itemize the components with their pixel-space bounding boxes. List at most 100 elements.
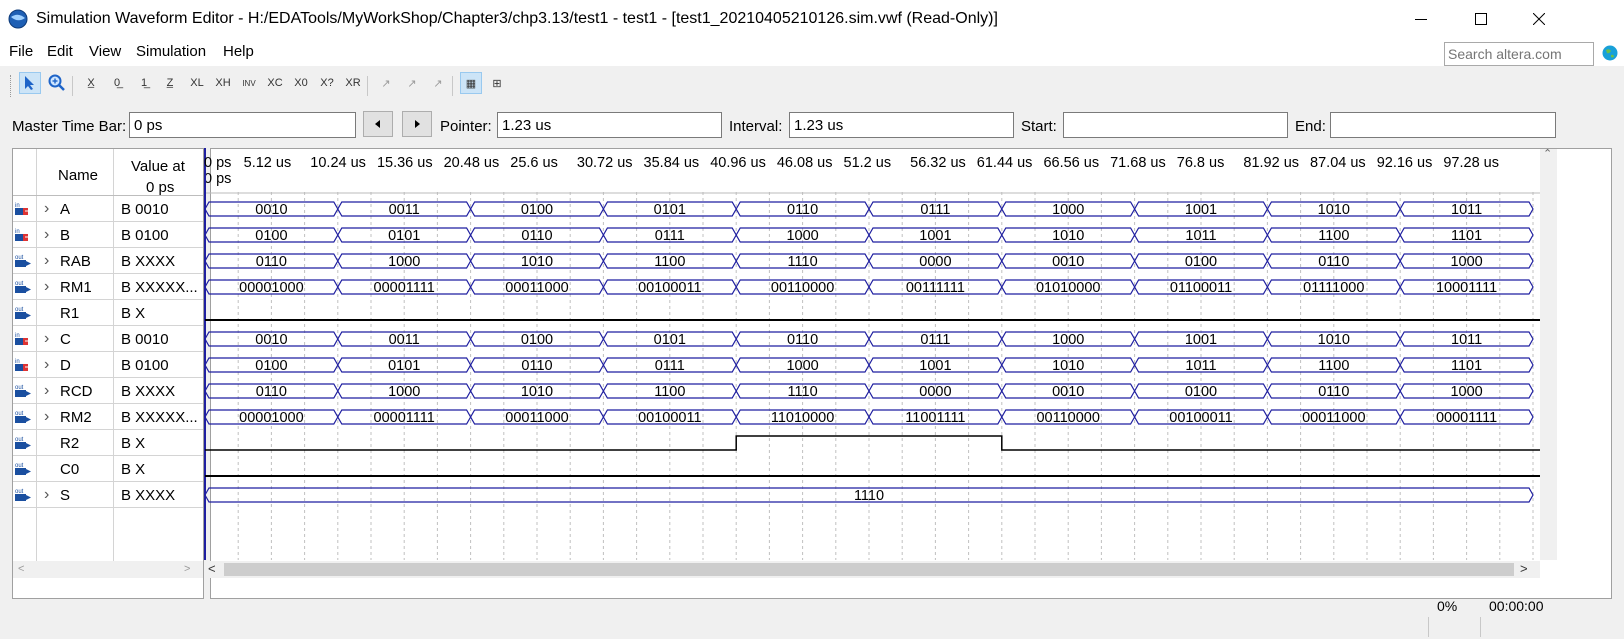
signal-list-scrollbar[interactable]	[13, 561, 203, 578]
selection-tool-button[interactable]	[19, 72, 41, 94]
scroll-up-icon[interactable]: ⌃	[1543, 147, 1552, 160]
bus-value-label: 1100	[1318, 358, 1349, 374]
minimize-button[interactable]	[1393, 0, 1449, 38]
signal-name[interactable]: B	[60, 227, 70, 244]
bus-value-label: 0100	[1185, 254, 1217, 270]
signal-name[interactable]: C0	[60, 461, 79, 478]
bus-value-label: 1001	[919, 228, 951, 244]
search-box[interactable]	[1444, 42, 1594, 66]
dont-care-button[interactable]: X?	[316, 72, 338, 94]
output-pin-icon: out	[15, 435, 33, 451]
signal-name[interactable]: R2	[60, 435, 79, 452]
end-field[interactable]	[1330, 112, 1556, 138]
expand-chevron-icon[interactable]: ›	[44, 252, 49, 270]
bus-value-label: 1000	[786, 358, 818, 374]
signal-name[interactable]: A	[60, 201, 70, 218]
signal-name[interactable]: C	[60, 331, 71, 348]
interval-field[interactable]: 1.23 us	[789, 112, 1014, 138]
signal-value: B XXXXX...	[121, 409, 198, 426]
signal-value: B 0100	[121, 227, 169, 244]
random-values-button[interactable]: XR	[342, 72, 364, 94]
bus-value-label: 00001111	[1436, 410, 1497, 426]
signal-name[interactable]: S	[60, 487, 70, 504]
bus-value-label: 00100011	[638, 410, 701, 426]
time-tick-label: 30.72 us	[576, 155, 633, 171]
bus-value-label: 1010	[521, 384, 553, 400]
bus-value-label: 1011	[1185, 358, 1216, 374]
pointer-field[interactable]: 1.23 us	[497, 112, 722, 138]
expand-chevron-icon[interactable]: ›	[44, 200, 49, 218]
menu-edit[interactable]: Edit	[47, 43, 73, 60]
bus-value-label: 1011	[1451, 202, 1482, 218]
menu-help[interactable]: Help	[223, 43, 254, 60]
master-time-bar-field[interactable]: 0 ps	[129, 112, 356, 138]
signal-name[interactable]: RAB	[60, 253, 91, 270]
signal-name[interactable]: RM1	[60, 279, 92, 296]
value-column-header[interactable]: Value at	[131, 158, 185, 175]
signal-name[interactable]: D	[60, 357, 71, 374]
menu-simulation[interactable]: Simulation	[136, 43, 206, 60]
expand-chevron-icon[interactable]: ›	[44, 226, 49, 244]
count-value-button[interactable]: XC	[264, 72, 286, 94]
bus-value-label: 0011	[389, 332, 420, 348]
arbitrary-value-button[interactable]: ↗	[401, 72, 423, 94]
time-tick-label: 56.32 us	[910, 155, 966, 171]
menu-file[interactable]: File	[9, 43, 33, 60]
weak-low-button[interactable]: XL	[186, 72, 208, 94]
reverse-icon: ↗	[433, 77, 443, 90]
close-button[interactable]	[1511, 0, 1567, 38]
prev-transition-button[interactable]	[363, 111, 393, 137]
waveform-canvas[interactable]: 0010 0011 0100 0101 0110 0111 1000 1001 1010 1011…	[203, 148, 1542, 562]
high-impedance-icon: Z̲	[166, 77, 174, 89]
bus-value-label: 0100	[1185, 384, 1217, 400]
column-divider	[113, 149, 114, 569]
bus-value-label: 0111	[920, 202, 950, 218]
globe-icon[interactable]	[1602, 45, 1618, 61]
scroll-left-icon[interactable]: <	[18, 563, 24, 575]
waveform-vertical-scrollbar[interactable]	[1540, 149, 1557, 560]
expand-chevron-icon[interactable]: ›	[44, 382, 49, 400]
high-impedance-button[interactable]: Z̲	[159, 72, 181, 94]
bus-value-label: 10001111	[1436, 280, 1497, 296]
name-column-header[interactable]: Name	[58, 167, 98, 184]
start-label: Start:	[1021, 118, 1057, 135]
zoom-tool-button[interactable]	[46, 72, 68, 94]
expand-chevron-icon[interactable]: ›	[44, 278, 49, 296]
search-input[interactable]	[1448, 44, 1592, 64]
scrollbar-thumb[interactable]	[224, 563, 1514, 576]
reverse-button[interactable]: ↗	[427, 72, 449, 94]
overwrite-clock-button[interactable]: X0	[290, 72, 312, 94]
waveform-view-button[interactable]: ▦	[460, 72, 482, 94]
forcing-high-button[interactable]: 1̲	[133, 72, 155, 94]
maximize-button[interactable]	[1453, 0, 1509, 38]
scroll-right-icon[interactable]: >	[184, 563, 190, 575]
input-pin-icon: in	[15, 227, 33, 243]
bus-value-label: 1110	[788, 254, 818, 270]
signal-name[interactable]: RM2	[60, 409, 92, 426]
signal-name[interactable]: RCD	[60, 383, 93, 400]
random-values-icon: XR	[345, 77, 361, 89]
bus-value-label: 1010	[1318, 332, 1350, 348]
scroll-right-icon[interactable]: >	[1520, 561, 1528, 576]
expand-chevron-icon[interactable]: ›	[44, 330, 49, 348]
signal-name[interactable]: R1	[60, 305, 79, 322]
signal-value: B X	[121, 461, 146, 478]
scroll-left-icon[interactable]: <	[208, 561, 216, 576]
bus-value-label: 0010	[1052, 384, 1084, 400]
bit-waveform[interactable]	[205, 435, 1540, 451]
snap-to-grid-button[interactable]: ↗	[375, 72, 397, 94]
bus-value-label: 00110000	[1036, 410, 1099, 426]
invert-button[interactable]: INV	[238, 72, 260, 94]
expand-chevron-icon[interactable]: ›	[44, 356, 49, 374]
expand-chevron-icon[interactable]: ›	[44, 408, 49, 426]
unknown-value-button[interactable]: X̲	[80, 72, 102, 94]
forcing-low-button[interactable]: 0̲	[106, 72, 128, 94]
signal-value: B 0010	[121, 201, 169, 218]
unknown-value-icon: X̲	[87, 77, 95, 89]
weak-high-button[interactable]: XH	[212, 72, 234, 94]
expand-chevron-icon[interactable]: ›	[44, 486, 49, 504]
grid-button[interactable]: ⊞	[486, 72, 508, 94]
menu-view[interactable]: View	[89, 43, 121, 60]
start-field[interactable]	[1063, 112, 1288, 138]
next-transition-button[interactable]	[402, 111, 432, 137]
